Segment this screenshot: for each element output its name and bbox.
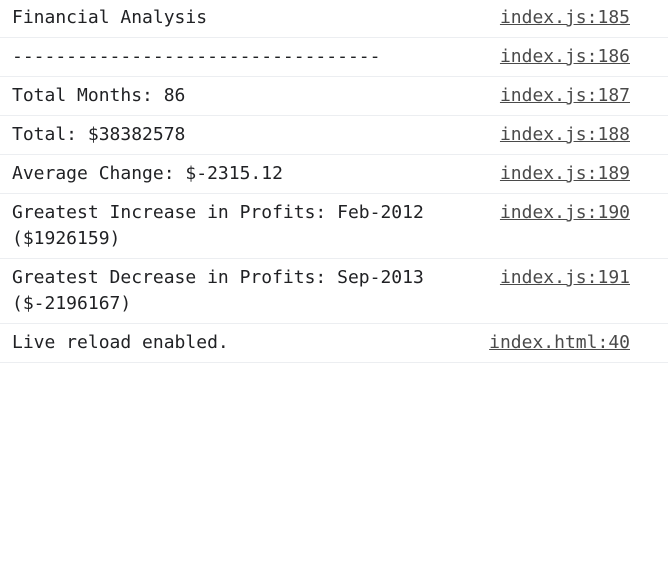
console-message-row: Financial Analysis index.js:185	[0, 0, 668, 38]
console-message-text: Average Change: $-2315.12	[12, 163, 283, 184]
source-link[interactable]: index.js:191	[480, 265, 630, 291]
console-message-text: Financial Analysis	[12, 7, 208, 28]
console-message-text: Live reload enabled.	[12, 332, 229, 353]
console-message-row: Total: $38382578 index.js:188	[0, 116, 668, 155]
source-link[interactable]: index.html:40	[469, 330, 630, 356]
console-panel: Financial Analysis index.js:185 --------…	[0, 0, 668, 363]
console-message-row: Greatest Increase in Profits: Feb-2012 (…	[0, 194, 668, 259]
source-link[interactable]: index.js:187	[480, 83, 630, 109]
console-message-text: Greatest Decrease in Profits: Sep-2013 (…	[12, 267, 435, 314]
console-message-row: Average Change: $-2315.12 index.js:189	[0, 155, 668, 194]
console-message-row: Greatest Decrease in Profits: Sep-2013 (…	[0, 259, 668, 324]
console-message-text: Total Months: 86	[12, 85, 186, 106]
source-link[interactable]: index.js:188	[480, 122, 630, 148]
source-link[interactable]: index.js:189	[480, 161, 630, 187]
console-message-row: ---------------------------------- index…	[0, 38, 668, 77]
source-link[interactable]: index.js:186	[480, 44, 630, 70]
source-link[interactable]: index.js:190	[480, 200, 630, 226]
source-link[interactable]: index.js:185	[480, 5, 630, 31]
console-message-text: ----------------------------------	[12, 46, 381, 67]
console-message-row: Live reload enabled. index.html:40	[0, 324, 668, 363]
console-message-text: Greatest Increase in Profits: Feb-2012 (…	[12, 202, 435, 249]
console-message-row: Total Months: 86 index.js:187	[0, 77, 668, 116]
console-message-text: Total: $38382578	[12, 124, 186, 145]
